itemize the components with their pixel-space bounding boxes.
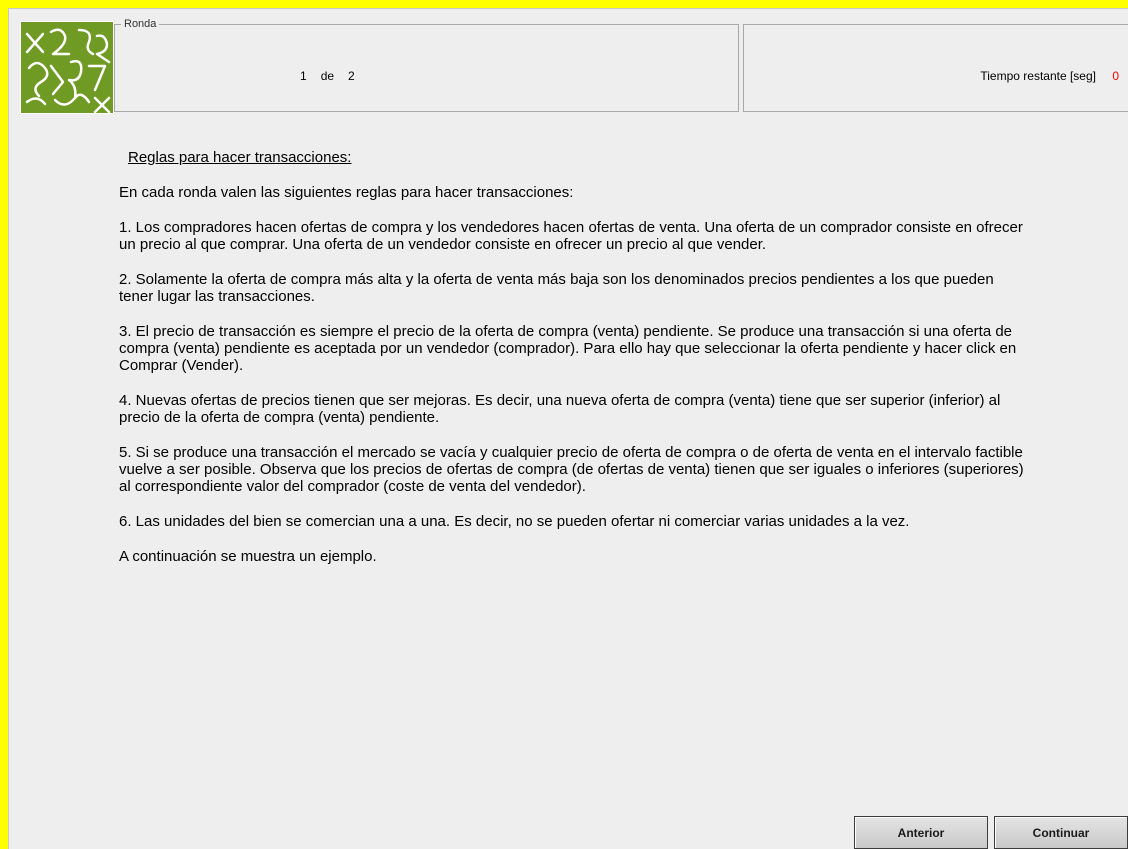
round-separator: de <box>320 69 335 83</box>
round-panel: Ronda 1 de 2 <box>114 17 739 112</box>
rule-item-6: 6. Las unidades del bien se comercian un… <box>119 513 910 530</box>
previous-button[interactable]: Anterior <box>854 816 988 849</box>
rules-title: Reglas para hacer transacciones: <box>128 149 352 166</box>
rule-item-4: 4. Nuevas ofertas de precios tienen que … <box>119 392 1001 426</box>
rule-item-3: 3. El precio de transacción es siempre e… <box>119 323 1017 374</box>
rule-item-5: 5. Si se produce una transacción el merc… <box>119 444 1024 495</box>
rules-intro: En cada ronda valen las siguientes regla… <box>119 184 574 201</box>
rules-footer: A continuación se muestra un ejemplo. <box>119 548 377 565</box>
rule-item-2: 2. Solamente la oferta de compra más alt… <box>119 271 994 305</box>
time-remaining-label: Tiempo restante [seg] <box>980 69 1096 83</box>
rules-text: Reglas para hacer transacciones: En cada… <box>119 149 1029 565</box>
green-squiggle-logo-icon <box>20 21 114 114</box>
time-remaining-value: 0 <box>1112 69 1119 83</box>
round-total: 2 <box>348 69 355 83</box>
continue-button[interactable]: Continuar <box>994 816 1128 849</box>
round-legend: Ronda <box>121 17 160 31</box>
round-counter: 1 de 2 <box>300 69 355 83</box>
main-window: Ronda 1 de 2 Tiempo restante [seg] 0 Reg… <box>8 8 1128 849</box>
rule-item-1: 1. Los compradores hacen ofertas de comp… <box>119 219 1023 253</box>
round-current: 1 <box>300 69 307 83</box>
time-panel: Tiempo restante [seg] 0 <box>743 24 1128 112</box>
